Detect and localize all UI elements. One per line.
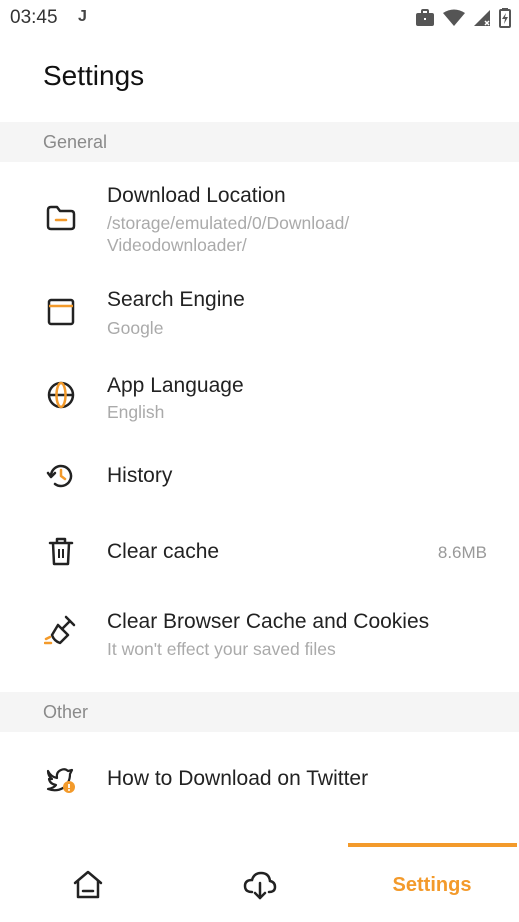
setting-app-language[interactable]: App Language English [0, 364, 519, 434]
browser-window-icon [44, 295, 78, 329]
search-engine-title: Search Engine [107, 288, 245, 311]
trash-icon [44, 535, 78, 569]
setting-clear-browser-cache[interactable]: Clear Browser Cache and Cookies It won't… [0, 600, 519, 670]
nav-settings[interactable]: Settings [372, 863, 492, 907]
section-label-other: Other [43, 701, 89, 722]
cloud-download-icon [243, 871, 277, 900]
battery-icon [499, 8, 511, 28]
setting-twitter-help[interactable]: How to Download on Twitter [0, 755, 519, 805]
nav-downloads[interactable] [238, 863, 282, 907]
clear-cache-title: Clear cache [107, 540, 220, 563]
wifi-icon [443, 9, 465, 26]
notification-icon: J [78, 8, 87, 25]
cell-signal-icon [474, 10, 490, 26]
setting-history[interactable]: History [0, 452, 519, 500]
nav-home[interactable] [66, 863, 110, 907]
app-language-value: English [107, 402, 165, 422]
folder-icon [44, 201, 78, 235]
twitter-help-title: How to Download on Twitter [107, 767, 369, 790]
cache-size-value: 8.6MB [437, 543, 487, 562]
setting-search-engine[interactable]: Search Engine Google [0, 278, 519, 348]
section-header-general: General [0, 122, 519, 162]
app-language-title: App Language [107, 374, 244, 397]
twitter-bird-icon [44, 763, 78, 797]
nav-settings-label: Settings [392, 873, 472, 896]
status-bar: 03:45 J [0, 0, 519, 36]
home-icon [73, 870, 103, 899]
status-icons [415, 8, 511, 28]
download-location-path: /storage/emulated/0/Download/ Videodownl… [107, 213, 350, 255]
setting-clear-cache[interactable]: Clear cache 8.6MB [0, 528, 519, 576]
search-engine-value: Google [107, 318, 164, 338]
history-title: History [107, 464, 173, 487]
clear-browser-cache-note: It won't effect your saved files [107, 639, 336, 659]
section-label-general: General [43, 131, 108, 152]
setting-download-location[interactable]: Download Location /storage/emulated/0/Do… [0, 170, 519, 270]
clear-browser-cache-title: Clear Browser Cache and Cookies [107, 610, 430, 633]
active-tab-indicator [348, 843, 517, 847]
section-header-other: Other [0, 692, 519, 732]
briefcase-icon [416, 9, 434, 26]
bottom-navigation: Settings [0, 843, 519, 922]
status-time: 03:45 [10, 7, 58, 28]
globe-icon [44, 378, 78, 412]
history-icon [44, 459, 78, 493]
page-title: Settings [43, 60, 145, 91]
broom-icon [44, 613, 78, 647]
download-location-title: Download Location [107, 184, 286, 207]
